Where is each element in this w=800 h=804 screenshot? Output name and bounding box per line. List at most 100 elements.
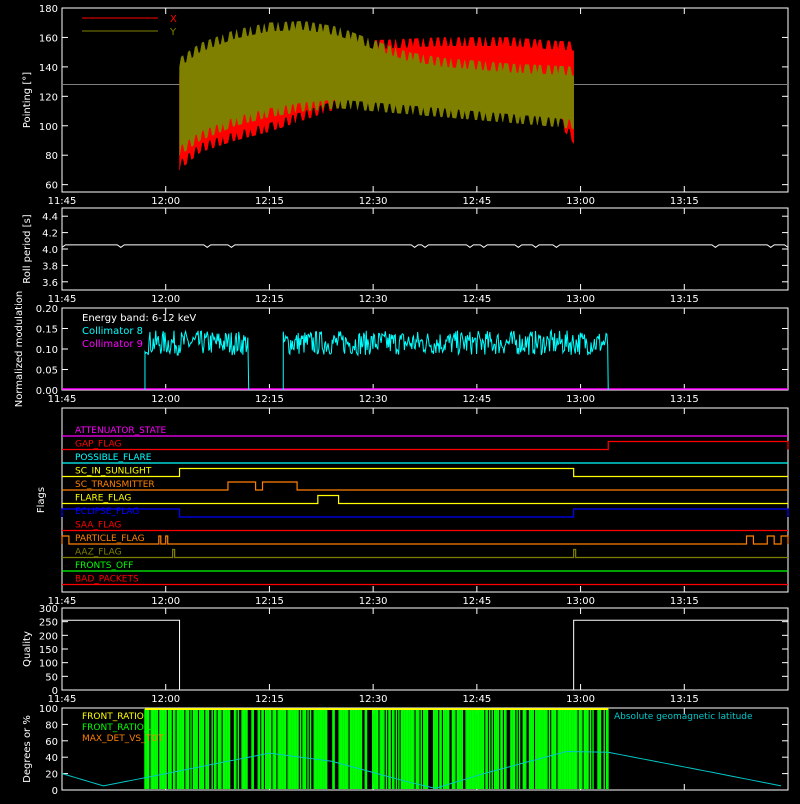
- modulation-tick-label: 12:00: [151, 394, 180, 405]
- flag-label-sc_transmitter: SC_TRANSMITTER: [75, 480, 155, 490]
- geomag-annotation: Absolute geomagnetic latitude: [614, 712, 753, 722]
- roll-ytick-label: 3.6: [42, 278, 58, 289]
- pointing-ytick-label: 140: [39, 63, 58, 74]
- flags-ylabel: Flags: [36, 487, 47, 513]
- pointing-ytick-label: 180: [39, 4, 58, 15]
- flag-label-fronts_off: FRONTS_OFF: [75, 561, 133, 571]
- pointing-tick-label: 12:30: [359, 196, 388, 207]
- modulation-legend-label: Collimator 8: [82, 326, 143, 337]
- modulation-tick-label: 12:45: [462, 394, 491, 405]
- flags-tick-label: 12:00: [151, 596, 180, 607]
- flag-line-aaz_flag: [62, 548, 788, 559]
- flags-tick-label: 12:15: [255, 596, 284, 607]
- quality-ytick-label: 50: [45, 672, 58, 683]
- pointing-tick-label: 13:00: [566, 196, 595, 207]
- roll-ytick-label: 3.8: [42, 261, 58, 272]
- flag-label-possible_flare: POSSIBLE_FLARE: [75, 453, 152, 463]
- modulation-ylabel: Normalized modulation: [14, 291, 25, 408]
- flag-label-gap_flag: GAP_FLAG: [75, 440, 121, 450]
- roll-tick-label: 12:00: [151, 294, 180, 305]
- flag-line-sc_transmitter: [62, 481, 788, 491]
- quality-ytick-label: 250: [39, 618, 58, 629]
- pointing-ytick-label: 80: [45, 151, 58, 162]
- quality-ytick-label: 200: [39, 631, 58, 642]
- geomag-ytick-label: 100: [39, 704, 58, 715]
- modulation-tick-label: 12:15: [255, 394, 284, 405]
- flag-line-flare_flag: [62, 494, 788, 505]
- quality-tick-label: 12:30: [359, 694, 388, 705]
- quality-tick-label: 12:15: [255, 694, 284, 705]
- pointing-tick-label: 12:00: [151, 196, 180, 207]
- modulation-legend-label: Collimator 9: [82, 339, 143, 350]
- quality-series: [62, 619, 788, 691]
- pointing-ytick-label: 100: [39, 122, 58, 133]
- geomag-legend-label: FRONT_RATIO_...: [82, 723, 157, 733]
- chart-canvas: 60 80 100 120 140 160 180 Pointing [°] XY 11:45 12…: [14, 4, 789, 797]
- quality-tick-label: 13:00: [566, 694, 595, 705]
- roll-tick-label: 12:15: [255, 294, 284, 305]
- flags-tick-label: 13:15: [670, 596, 699, 607]
- roll-tick-label: 12:45: [462, 294, 491, 305]
- flag-line-particle_flag: [61, 535, 789, 545]
- pointing-ylabel: Pointing [°]: [22, 72, 33, 128]
- geomag-legend-label: FRONT_RATIO: [82, 712, 144, 722]
- flag-label-bad_packets: BAD_PACKETS: [75, 575, 139, 585]
- modulation-ytick-label: 0.15: [36, 325, 58, 336]
- flag-line-gap_flag: [62, 440, 789, 451]
- roll-series: [61, 244, 789, 248]
- roll-ylabel: Roll period [s]: [22, 214, 33, 283]
- flags-tick-label: 12:30: [359, 596, 388, 607]
- geomag-ytick-label: 60: [45, 737, 58, 748]
- modulation-tick-label: 13:00: [566, 394, 595, 405]
- quality-ytick-label: 300: [39, 604, 58, 615]
- flag-label-saa_flag: SAA_FLAG: [75, 521, 121, 531]
- flags-tick-label: 13:00: [566, 596, 595, 607]
- flag-label-flare_flag: FLARE_FLAG: [75, 494, 131, 504]
- flag-label-eclipse_flag: ECLIPSE_FLAG: [75, 507, 139, 517]
- pointing-ytick-label: 160: [39, 33, 58, 44]
- pointing-tick-label: 13:15: [670, 196, 699, 207]
- modulation-ytick-label: 0.10: [36, 345, 58, 356]
- quality-ytick-label: 100: [39, 659, 58, 670]
- pointing-ytick-label: 60: [45, 181, 58, 192]
- geomag-ytick-label: 40: [45, 753, 58, 764]
- roll-ytick-label: 4.0: [42, 245, 58, 256]
- modulation-ytick-label: 0.05: [36, 366, 58, 377]
- geomag-ytick-label: 20: [45, 770, 58, 781]
- flag-line-eclipse_flag: [61, 508, 789, 518]
- pointing-ytick-label: 120: [39, 92, 58, 103]
- pointing-legend-label-X: X: [170, 14, 177, 25]
- flag-label-attenuator_state: ATTENUATOR_STATE: [75, 426, 167, 436]
- flag-label-particle_flag: PARTICLE_FLAG: [75, 534, 145, 544]
- geomag-ytick-label: 0: [52, 786, 58, 797]
- roll-tick-label: 13:00: [566, 294, 595, 305]
- pointing-tick-label: 11:45: [48, 196, 77, 207]
- quality-tick-label: 12:00: [151, 694, 180, 705]
- geomag-ylabel: Degrees or %: [22, 715, 33, 783]
- modulation-tick-label: 11:45: [48, 394, 77, 405]
- quality-ytick-label: 150: [39, 645, 58, 656]
- modulation-annotation: Energy band: 6-12 keV: [82, 313, 196, 324]
- modulation-series-collimator-8: [144, 329, 250, 391]
- modulation-series-collimator-8: [282, 328, 609, 391]
- pointing-tick-label: 12:15: [255, 196, 284, 207]
- roll-ytick-label: 4.2: [42, 229, 58, 240]
- flag-label-aaz_flag: AAZ_FLAG: [75, 548, 122, 558]
- geomag-ytick-label: 80: [45, 720, 58, 731]
- quality-tick-label: 12:45: [462, 694, 491, 705]
- quality-ylabel: Quality: [22, 631, 33, 667]
- flags-tick-label: 12:45: [462, 596, 491, 607]
- roll-tick-label: 12:30: [359, 294, 388, 305]
- flag-label-sc_in_sunlight: SC_IN_SUNLIGHT: [75, 467, 152, 477]
- quality-tick-label: 13:15: [670, 694, 699, 705]
- modulation-tick-label: 13:15: [670, 394, 699, 405]
- roll-ytick-label: 4.4: [42, 212, 58, 223]
- geomag-legend-label: MAX_DET_VS_TOT: [82, 734, 164, 744]
- pointing-tick-label: 12:45: [462, 196, 491, 207]
- roll-tick-label: 13:15: [670, 294, 699, 305]
- flag-line-sc_in_sunlight: [62, 467, 788, 478]
- modulation-tick-label: 12:30: [359, 394, 388, 405]
- roll-frame: [61, 207, 789, 291]
- modulation-ytick-label: 0.20: [36, 304, 58, 315]
- pointing-legend-label-Y: Y: [169, 27, 177, 38]
